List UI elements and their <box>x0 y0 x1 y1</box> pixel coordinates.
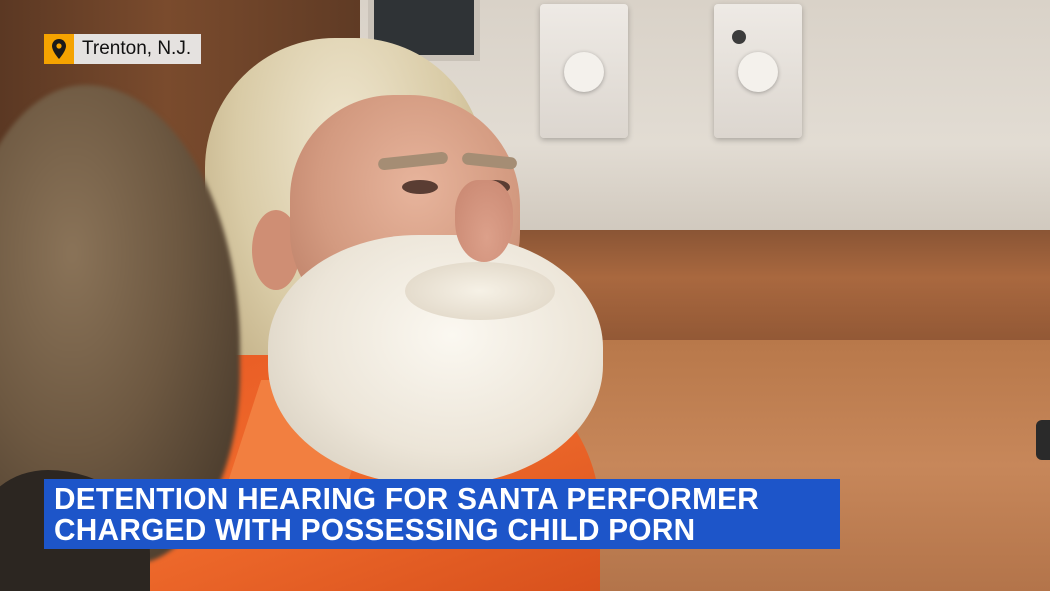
microphone <box>1036 420 1050 460</box>
indicator-dot <box>732 30 746 44</box>
wall-switch-plate <box>714 4 802 138</box>
mustache <box>405 262 555 320</box>
map-pin-icon <box>44 34 74 64</box>
switch-knob <box>738 52 778 92</box>
headline-line-2: CHARGED WITH POSSESSING CHILD PORN <box>54 512 696 547</box>
video-frame: Trenton, N.J. DETENTION HEARING FOR SANT… <box>0 0 1050 591</box>
location-badge: Trenton, N.J. <box>44 34 202 64</box>
location-text: Trenton, N.J. <box>74 34 202 64</box>
wall-switch-plate <box>540 4 628 138</box>
switch-knob <box>564 52 604 92</box>
headline-banner: DETENTION HEARING FOR SANTA PERFORMER CH… <box>44 479 840 549</box>
eye <box>402 180 438 194</box>
headline-line-1: DETENTION HEARING FOR SANTA PERFORMER <box>54 481 760 516</box>
nose <box>455 180 513 262</box>
